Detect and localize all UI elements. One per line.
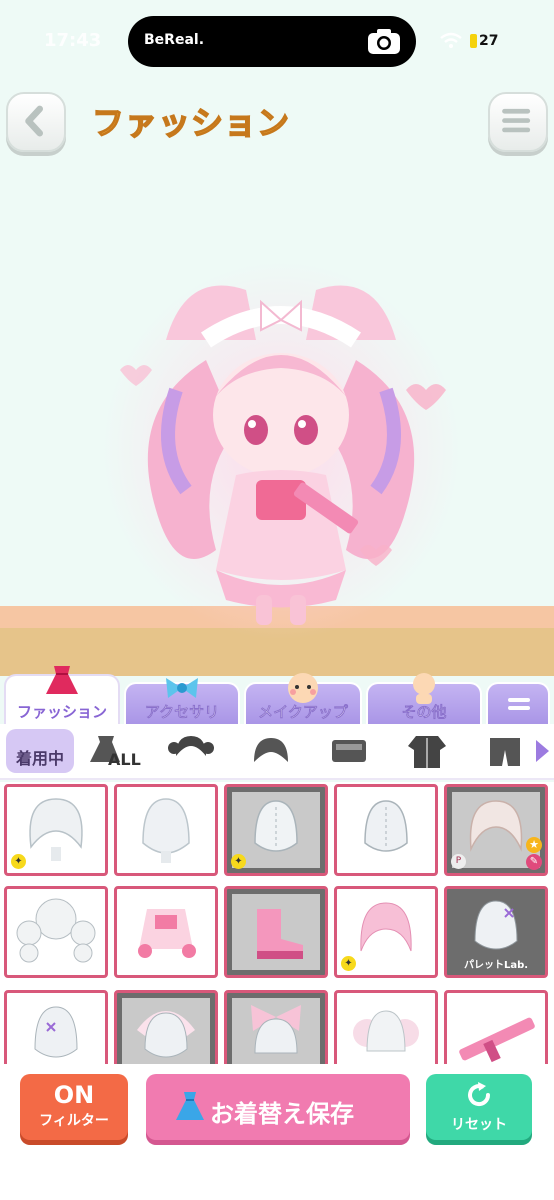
grid-item[interactable]: [224, 886, 328, 978]
creator-badge-icon: P: [451, 854, 466, 869]
menu-button[interactable]: [488, 92, 548, 152]
hint-bulb-icon: ✦: [341, 956, 356, 971]
grid-item[interactable]: ✦: [224, 784, 328, 876]
palette-lab-tag: パレットLab.: [463, 960, 529, 971]
bottom-icon[interactable]: [482, 732, 528, 772]
grid-item[interactable]: パレットLab.: [444, 886, 548, 978]
grid-item[interactable]: P ★ ✎: [444, 784, 548, 876]
hair-item-icon: [34, 1006, 78, 1058]
grid-item[interactable]: [114, 886, 218, 978]
all-label: ALL: [108, 750, 141, 769]
grid-item[interactable]: ✦: [4, 784, 108, 876]
grid-item[interactable]: [4, 990, 108, 1064]
save-outfit-button[interactable]: お着替え保存: [146, 1074, 410, 1140]
grid-item[interactable]: [334, 784, 438, 876]
bottom-action-bar: ON フィルター お着替え保存 リセット: [0, 1064, 554, 1200]
tab-other[interactable]: その他: [366, 673, 482, 726]
camera-icon: [368, 29, 400, 54]
top-icon[interactable]: [326, 732, 372, 772]
grid-item[interactable]: [334, 990, 438, 1064]
wearing-label: 着用中: [15, 749, 64, 768]
scroll-right-arrow[interactable]: [536, 740, 549, 762]
filter-state-label: ON: [53, 1081, 95, 1109]
status-bar: 17:43 BeReal. 27: [0, 0, 554, 82]
grid-item[interactable]: [114, 990, 218, 1064]
tab-accessories[interactable]: アクセサリ: [124, 678, 240, 726]
bow-item-icon: [251, 1005, 301, 1054]
tab-label: アクセサリ: [144, 703, 220, 721]
dress-icon: [46, 666, 78, 694]
hint-bulb-icon: ✦: [231, 854, 246, 869]
outfit-item-icon: [138, 909, 196, 958]
reset-arrow-icon: [468, 1082, 491, 1107]
hair-item-icon: [364, 800, 408, 852]
tab-label: その他: [401, 703, 447, 721]
reset-button[interactable]: リセット: [426, 1074, 532, 1140]
twintail-item-icon: [16, 898, 96, 963]
battery-icon: [470, 34, 477, 48]
save-outfit-label: お着替え保存: [210, 1100, 354, 1128]
reset-label: リセット: [451, 1117, 507, 1133]
tab-label: メイクアップ: [258, 703, 348, 721]
wifi-icon: [440, 32, 462, 48]
subcategory-row: 着用中 ALL: [0, 724, 554, 780]
item-grid: ✦ ✦ P ★ ✎ ✦ パレットLab.: [0, 782, 554, 1064]
star-icon: ★: [526, 837, 542, 853]
hint-bulb-icon: ✦: [11, 854, 26, 869]
grid-item[interactable]: [114, 784, 218, 876]
equals-icon: [508, 698, 530, 710]
hair-item-icon: [142, 798, 190, 863]
avatar-character[interactable]: [96, 250, 466, 650]
page-title: ファッション: [91, 103, 291, 143]
grid-item[interactable]: [224, 990, 328, 1064]
hair-item-icon: [353, 1010, 419, 1052]
filter-label: フィルター: [39, 1113, 109, 1129]
hair-icon[interactable]: [168, 732, 214, 772]
notification-island[interactable]: BeReal.: [128, 16, 416, 67]
hamburger-icon: [502, 108, 531, 133]
grid-item[interactable]: [444, 990, 548, 1064]
wearing-filter-chip[interactable]: 着用中: [6, 729, 74, 773]
category-tabs: ファッション アクセサリ メイクアップ その他: [0, 666, 554, 726]
battery-indicator: 27: [470, 30, 498, 52]
tab-label: ファッション: [16, 703, 107, 721]
tab-makeup[interactable]: メイクアップ: [244, 673, 362, 726]
chevron-left-icon: [25, 105, 43, 137]
notification-app-name: BeReal.: [144, 32, 205, 48]
tab-fashion[interactable]: ファッション: [4, 666, 120, 726]
tab-more[interactable]: [486, 682, 550, 726]
rifle-item-icon: [459, 1017, 535, 1063]
jacket-icon[interactable]: [404, 732, 450, 772]
pen-icon: ✎: [526, 854, 542, 870]
filter-toggle-button[interactable]: ON フィルター: [20, 1074, 128, 1140]
dress-icon: [176, 1092, 204, 1120]
hairstyle-icon[interactable]: [248, 732, 294, 772]
shoes-item-icon: [257, 909, 303, 959]
headband-item-icon: [136, 1011, 196, 1058]
grid-item[interactable]: ✦: [334, 886, 438, 978]
grid-item[interactable]: [4, 886, 108, 978]
back-button[interactable]: [6, 92, 66, 152]
battery-level: 27: [479, 33, 499, 49]
status-time: 17:43: [44, 30, 102, 51]
